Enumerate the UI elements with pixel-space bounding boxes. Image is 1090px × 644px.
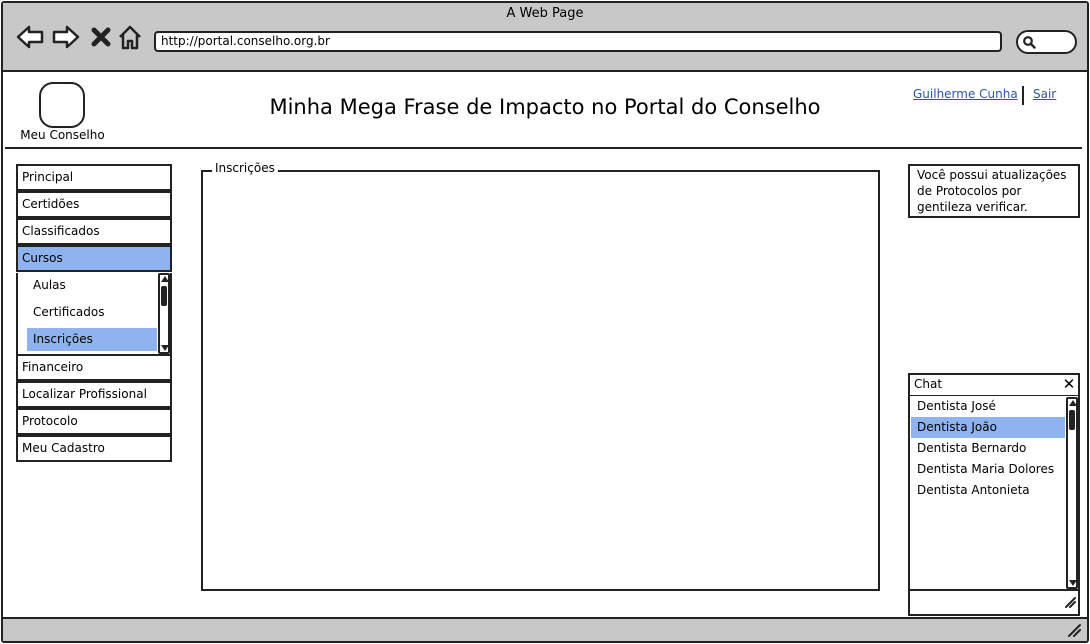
forward-arrow-icon[interactable] bbox=[51, 22, 81, 52]
chat-contact-list: Dentista José Dentista João Dentista Ber… bbox=[910, 396, 1078, 591]
home-icon[interactable] bbox=[117, 22, 143, 52]
scroll-up-icon[interactable] bbox=[1069, 400, 1077, 406]
user-profile-link[interactable]: Guilherme Cunha bbox=[913, 87, 1018, 101]
link-separator bbox=[1022, 86, 1024, 105]
nav-item-localizar-profissional[interactable]: Localizar Profissional bbox=[16, 381, 172, 408]
scroll-up-icon[interactable] bbox=[161, 276, 169, 282]
nav-item-protocolo[interactable]: Protocolo bbox=[16, 408, 172, 435]
submenu-item-inscricoes[interactable]: Inscrições bbox=[27, 328, 157, 351]
chat-contact[interactable]: Dentista Bernardo bbox=[911, 438, 1065, 459]
window-title: A Web Page bbox=[506, 6, 584, 21]
browser-search-field[interactable] bbox=[1016, 30, 1077, 54]
logo-image[interactable] bbox=[39, 82, 85, 128]
chat-panel: Chat ✕ Dentista José Dentista João Denti… bbox=[908, 373, 1080, 616]
nav-item-meu-cadastro[interactable]: Meu Cadastro bbox=[16, 435, 172, 462]
scroll-down-icon[interactable] bbox=[161, 345, 169, 351]
cursos-submenu: Aulas Certificados Inscrições bbox=[16, 273, 172, 355]
chat-contact[interactable]: Dentista Maria Dolores bbox=[911, 459, 1065, 480]
chat-contact[interactable]: Dentista José bbox=[911, 396, 1065, 417]
back-arrow-icon[interactable] bbox=[15, 22, 45, 52]
close-icon[interactable]: ✕ bbox=[1061, 375, 1077, 394]
submenu-scrollbar[interactable] bbox=[158, 273, 170, 354]
page-headline: Minha Mega Frase de Impacto no Portal do… bbox=[269, 95, 821, 119]
nav-item-principal[interactable]: Principal bbox=[16, 164, 172, 191]
nav-item-certidoes[interactable]: Certidões bbox=[16, 191, 172, 218]
chat-scrollbar[interactable] bbox=[1066, 397, 1078, 589]
nav-item-financeiro[interactable]: Financeiro bbox=[16, 354, 172, 381]
scroll-thumb[interactable] bbox=[161, 286, 167, 306]
chat-contact[interactable]: Dentista João bbox=[911, 417, 1065, 438]
inscricoes-group-box bbox=[201, 170, 880, 591]
logo-label: Meu Conselho bbox=[20, 128, 105, 142]
chat-contact[interactable]: Dentista Antonieta bbox=[911, 480, 1065, 501]
chat-title: Chat bbox=[910, 375, 1078, 396]
chat-message-input[interactable] bbox=[910, 592, 1078, 614]
close-x-icon[interactable] bbox=[88, 22, 114, 52]
resize-grip-icon[interactable] bbox=[1064, 596, 1076, 608]
resize-grip-icon[interactable] bbox=[1067, 623, 1081, 637]
address-bar[interactable]: http://portal.conselho.org.br bbox=[154, 31, 1002, 52]
search-icon bbox=[1023, 36, 1036, 49]
nav-item-classificados[interactable]: Classificados bbox=[16, 218, 172, 245]
scroll-thumb[interactable] bbox=[1069, 410, 1075, 430]
group-box-title: Inscrições bbox=[212, 161, 278, 175]
browser-status-bar bbox=[3, 617, 1087, 641]
scroll-down-icon[interactable] bbox=[1069, 580, 1077, 586]
header-divider bbox=[5, 147, 1082, 149]
update-notification: Você possui atualizações de Protocolos p… bbox=[908, 164, 1080, 218]
submenu-item-aulas[interactable]: Aulas bbox=[27, 274, 157, 297]
nav-item-cursos[interactable]: Cursos bbox=[16, 245, 172, 272]
submenu-item-certificados[interactable]: Certificados bbox=[27, 301, 157, 324]
logout-link[interactable]: Sair bbox=[1033, 87, 1056, 101]
